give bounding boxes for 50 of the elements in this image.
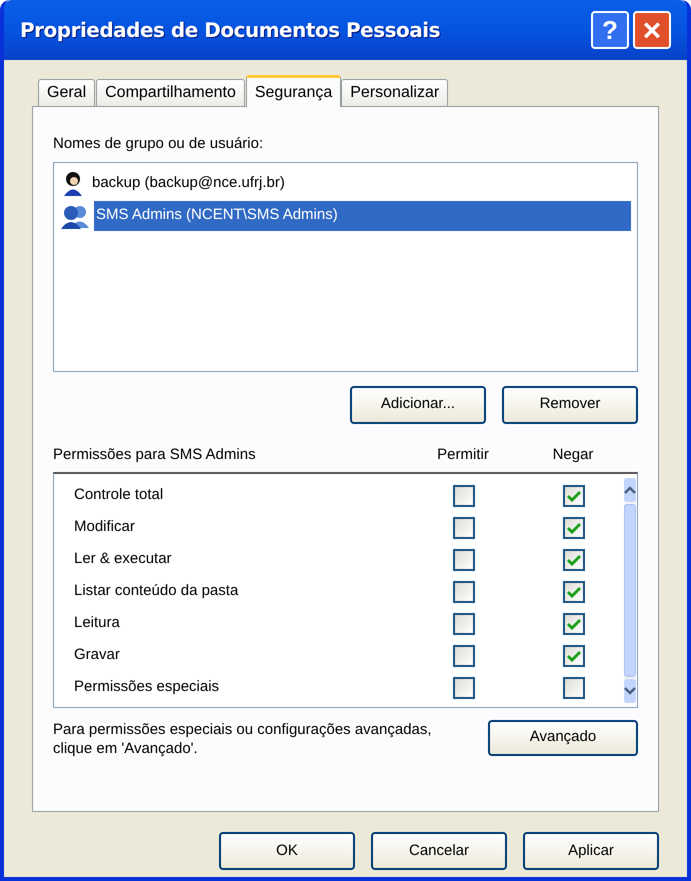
permission-name: Leitura — [74, 613, 121, 634]
permission-name: Controle total — [74, 485, 164, 506]
checkbox[interactable] — [563, 644, 585, 666]
checkbox[interactable] — [453, 548, 475, 570]
column-heading: Permitir — [436, 445, 490, 466]
users-label: Nomes de grupo ou de usuário: — [53, 134, 264, 154]
scroll-thumb[interactable] — [624, 504, 636, 676]
dialog-button[interactable]: OK — [219, 832, 355, 870]
checkbox[interactable] — [453, 516, 475, 538]
scroll-up-icon[interactable] — [624, 478, 636, 502]
tab[interactable]: Personalizar — [341, 79, 448, 106]
check-icon — [567, 618, 581, 630]
permission-name: Gravar — [74, 645, 121, 666]
column-heading: Negar — [552, 445, 594, 466]
permission-name: Permissões especiais — [74, 677, 220, 698]
checkbox[interactable] — [453, 612, 475, 634]
advanced-note: Para permissões especiais ou configurações avançadas, clique em 'Avançado'. — [53, 720, 433, 758]
checkbox[interactable] — [453, 644, 475, 666]
checkbox[interactable] — [563, 516, 585, 538]
checkbox[interactable] — [563, 580, 585, 602]
check-icon — [567, 554, 581, 566]
window-title: Propriedades de Documentos Pessoais — [20, 17, 440, 44]
tab[interactable]: Geral — [38, 79, 96, 106]
checkbox[interactable] — [563, 548, 585, 570]
dialog-button[interactable]: Cancelar — [371, 832, 507, 870]
permission-name: Ler & executar — [74, 549, 173, 570]
list-action-button[interactable]: Remover — [502, 386, 638, 424]
list-item[interactable]: backup (backup@nce.ufrj.br) — [90, 168, 631, 198]
permission-name: Modificar — [74, 517, 136, 538]
advanced-button[interactable]: Avançado — [488, 720, 638, 756]
tab[interactable]: Segurança — [246, 75, 342, 107]
permissions-label: Permissões para SMS Admins — [53, 445, 257, 466]
permission-name: Listar conteúdo da pasta — [74, 581, 240, 602]
list-action-button[interactable]: Adicionar... — [350, 386, 486, 424]
checkbox[interactable] — [563, 484, 585, 506]
dialog-button[interactable]: Aplicar — [523, 832, 659, 870]
checkbox[interactable] — [563, 676, 585, 698]
check-icon — [567, 650, 581, 662]
list-item[interactable]: SMS Admins (NCENT\SMS Admins) — [94, 200, 631, 230]
check-icon — [567, 522, 581, 534]
checkbox[interactable] — [563, 612, 585, 634]
check-icon — [567, 586, 581, 598]
checkbox[interactable] — [453, 676, 475, 698]
check-icon — [567, 490, 581, 502]
checkbox[interactable] — [453, 580, 475, 602]
help-button[interactable]: ? — [591, 11, 629, 49]
close-button[interactable]: × — [633, 11, 671, 49]
tab[interactable]: Compartilhamento — [96, 79, 245, 106]
scroll-down-icon[interactable] — [624, 678, 636, 702]
checkbox[interactable] — [453, 484, 475, 506]
